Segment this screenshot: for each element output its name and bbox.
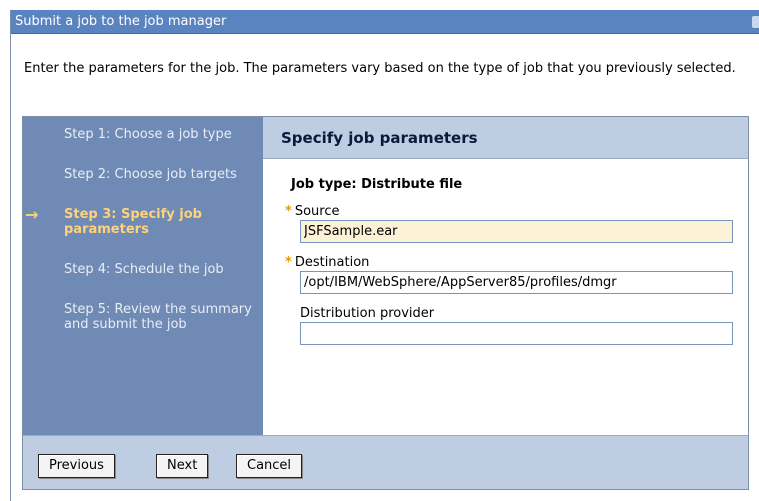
collapse-icon[interactable] — [752, 16, 759, 28]
destination-label-text: Destination — [294, 255, 370, 270]
step-2-link[interactable]: Step 2: Choose job targets — [23, 167, 263, 182]
destination-field-group: * Destination — [285, 255, 748, 294]
source-label: * Source — [285, 204, 748, 219]
title-bar: Submit a job to the job manager — [11, 10, 759, 34]
steps-sidebar: Step 1: Choose a job type Step 2: Choose… — [23, 117, 263, 435]
provider-input[interactable] — [300, 322, 733, 345]
job-type-label: Job type: Distribute file — [291, 177, 463, 192]
current-step-arrow-icon: → — [25, 205, 39, 224]
content-header: Specify job parameters — [263, 117, 748, 159]
required-icon: * — [285, 255, 292, 270]
step-3-label: Step 3: Specify job parameters — [64, 207, 202, 237]
parameters-content: Specify job parameters Job type: Distrib… — [263, 117, 748, 435]
wizard-panel: Step 1: Choose a job type Step 2: Choose… — [22, 116, 749, 490]
provider-label: Distribution provider — [300, 306, 435, 321]
button-bar: Previous Next Cancel — [23, 435, 748, 489]
step-5-link[interactable]: Step 5: Review the summary and submit th… — [23, 302, 263, 332]
source-input[interactable] — [300, 220, 733, 243]
step-3-current: → Step 3: Specify job parameters — [23, 205, 263, 238]
destination-input[interactable] — [300, 271, 733, 294]
step-1-link[interactable]: Step 1: Choose a job type — [23, 127, 263, 142]
step-4-link[interactable]: Step 4: Schedule the job — [23, 262, 263, 277]
next-button[interactable]: Next — [156, 454, 209, 478]
source-field-group: * Source — [285, 204, 748, 243]
window-title: Submit a job to the job manager — [15, 14, 227, 29]
intro-text: Enter the parameters for the job. The pa… — [24, 61, 736, 76]
required-icon: * — [285, 204, 292, 219]
destination-label: * Destination — [285, 255, 748, 270]
provider-field-group: Distribution provider — [285, 306, 748, 345]
cancel-button[interactable]: Cancel — [236, 454, 303, 478]
source-label-text: Source — [294, 204, 340, 219]
previous-button[interactable]: Previous — [38, 454, 115, 478]
